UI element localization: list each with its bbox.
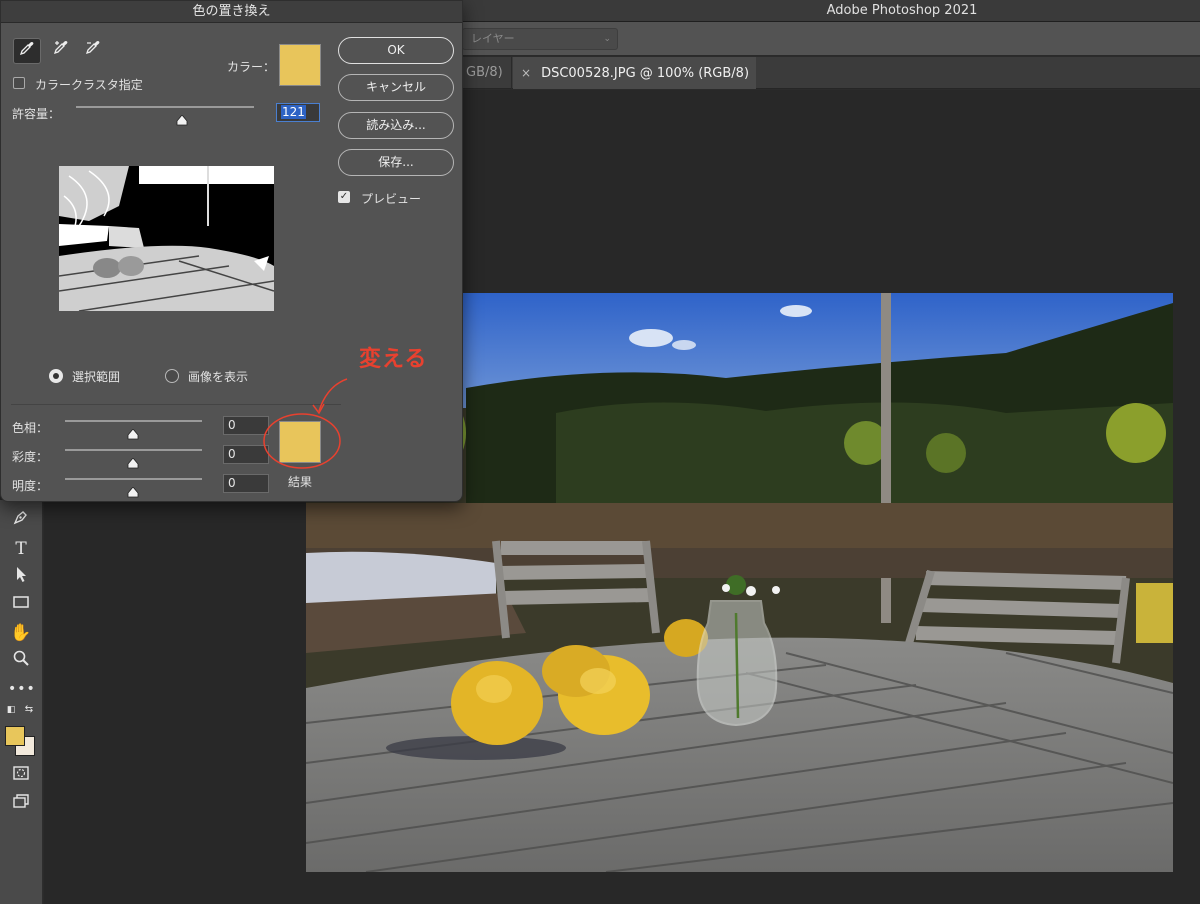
tab-label: GB/8) bbox=[466, 65, 503, 80]
selection-preview-thumbnail bbox=[59, 166, 274, 311]
app-title: Adobe Photoshop 2021 bbox=[826, 3, 978, 18]
rectangle-tool-icon[interactable] bbox=[8, 593, 34, 617]
hue-input[interactable]: 0 bbox=[223, 416, 269, 435]
lightness-slider-track[interactable] bbox=[65, 478, 202, 480]
default-colors-icon[interactable]: ◧ bbox=[4, 703, 18, 717]
tolerance-slider-thumb[interactable] bbox=[176, 111, 188, 126]
tolerance-label: 許容量： bbox=[12, 107, 61, 121]
radio-image[interactable] bbox=[165, 369, 179, 383]
lightness-label: 明度： bbox=[12, 479, 49, 493]
document-tab-active[interactable]: ×DSC00528.JPG @ 100% (RGB/8) * bbox=[513, 57, 756, 113]
color-cluster-label: カラークラスタ指定 bbox=[35, 78, 143, 92]
swap-colors-icon[interactable]: ⇆ bbox=[22, 703, 36, 717]
replace-color-dialog: 色の置き換え カラー： カラークラスタ指定 許容量： 121 選択範囲 画像を表… bbox=[0, 0, 463, 502]
lightness-slider-thumb[interactable] bbox=[127, 483, 139, 498]
result-label: 結果 bbox=[288, 475, 313, 489]
tools-panel: T ✋ ••• ◧ ⇆ bbox=[0, 500, 43, 904]
preview-checkbox[interactable]: ✓ bbox=[338, 191, 350, 203]
saturation-value: 0 bbox=[228, 447, 236, 461]
type-tool-icon[interactable]: T bbox=[8, 537, 34, 561]
layer-select-dropdown[interactable]: レイヤー ⌄ bbox=[462, 28, 618, 50]
preview-label: プレビュー bbox=[361, 192, 422, 206]
lightness-value: 0 bbox=[228, 476, 236, 490]
hue-slider-thumb[interactable] bbox=[127, 425, 139, 440]
tolerance-input[interactable]: 121 bbox=[276, 103, 320, 122]
hand-tool-icon[interactable]: ✋ bbox=[8, 621, 34, 645]
section-divider bbox=[11, 404, 341, 405]
lightness-input[interactable]: 0 bbox=[223, 474, 269, 493]
document-tab-previous[interactable]: GB/8) bbox=[462, 57, 512, 89]
result-color-swatch[interactable] bbox=[279, 421, 321, 463]
save-button[interactable]: 保存... bbox=[338, 149, 454, 176]
saturation-slider-track[interactable] bbox=[65, 449, 202, 451]
quick-mask-icon[interactable] bbox=[8, 764, 34, 788]
eyedropper-minus-icon[interactable] bbox=[79, 38, 107, 64]
hue-slider-track[interactable] bbox=[65, 420, 202, 422]
path-selection-tool-icon[interactable] bbox=[8, 565, 34, 589]
saturation-slider-thumb[interactable] bbox=[127, 454, 139, 469]
zoom-tool-icon[interactable] bbox=[8, 649, 34, 673]
chevron-down-icon: ⌄ bbox=[603, 34, 611, 44]
radio-selection-label: 選択範囲 bbox=[72, 370, 121, 384]
cancel-button[interactable]: キャンセル bbox=[338, 74, 454, 101]
eyedropper-icon[interactable] bbox=[13, 38, 41, 64]
radio-image-label: 画像を表示 bbox=[188, 370, 249, 384]
target-color-swatch[interactable] bbox=[279, 44, 321, 86]
dialog-title: 色の置き換え bbox=[1, 1, 462, 23]
color-cluster-checkbox[interactable] bbox=[13, 77, 25, 89]
pen-tool-icon[interactable] bbox=[8, 508, 34, 532]
load-button[interactable]: 読み込み... bbox=[338, 112, 454, 139]
tolerance-slider-track[interactable] bbox=[76, 106, 254, 108]
saturation-input[interactable]: 0 bbox=[223, 445, 269, 464]
color-label: カラー： bbox=[227, 60, 276, 74]
radio-selection[interactable] bbox=[49, 369, 63, 383]
hue-value: 0 bbox=[228, 418, 236, 432]
ok-button[interactable]: OK bbox=[338, 37, 454, 64]
eyedropper-plus-icon[interactable] bbox=[47, 38, 75, 64]
foreground-color-swatch[interactable] bbox=[5, 726, 25, 746]
close-icon[interactable]: × bbox=[521, 66, 531, 80]
layer-select-label: レイヤー bbox=[471, 32, 515, 45]
hue-label: 色相： bbox=[12, 421, 49, 435]
screen-mode-icon[interactable] bbox=[8, 792, 34, 816]
tolerance-value: 121 bbox=[281, 105, 306, 119]
more-tools-icon[interactable]: ••• bbox=[8, 677, 35, 701]
annotation-text: 変える bbox=[359, 347, 428, 372]
saturation-label: 彩度： bbox=[12, 450, 49, 464]
